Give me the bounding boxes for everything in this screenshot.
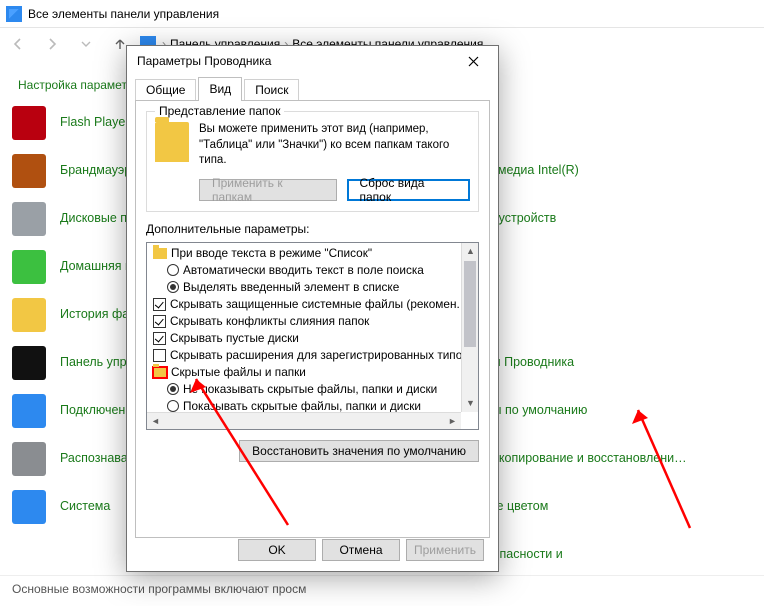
- radio-icon[interactable]: [167, 264, 179, 276]
- folder-icon[interactable]: [153, 367, 167, 378]
- advanced-settings-label: Дополнительные параметры:: [146, 222, 479, 236]
- tree-row-label: Не показывать скрытые файлы, папки и дис…: [183, 381, 437, 398]
- advanced-settings-tree[interactable]: При вводе текста в режиме "Список"Автома…: [146, 242, 479, 430]
- tree-row[interactable]: При вводе текста в режиме "Список": [153, 245, 478, 262]
- cp-item-icon: [12, 298, 46, 332]
- cp-item-label: Flash Player: [60, 106, 129, 131]
- tree-row-label: Скрывать расширения для зарегистрированн…: [170, 347, 462, 364]
- cp-item-label: Система: [60, 490, 110, 515]
- window-title: Все элементы панели управления: [28, 7, 219, 21]
- cp-item-icon: [12, 442, 46, 476]
- dialog-footer: OK Отмена Применить: [238, 539, 484, 561]
- cp-item-icon: [12, 106, 46, 140]
- tree-row[interactable]: Скрывать расширения для зарегистрированн…: [153, 347, 478, 364]
- tree-row-label: Скрытые файлы и папки: [171, 364, 306, 381]
- cp-item-icon: [12, 394, 46, 428]
- restore-defaults-button[interactable]: Восстановить значения по умолчанию: [239, 440, 479, 462]
- group-description: Вы можете применить этот вид (например, …: [199, 122, 470, 169]
- radio-icon[interactable]: [167, 400, 179, 412]
- scroll-thumb[interactable]: [464, 261, 476, 347]
- group-legend: Представление папок: [155, 104, 284, 118]
- scroll-down-icon[interactable]: ▼: [462, 395, 479, 412]
- close-button[interactable]: [452, 48, 494, 74]
- apply-to-folders-button[interactable]: Применить к папкам: [199, 179, 337, 201]
- dialog-title: Параметры Проводника: [137, 54, 271, 68]
- tree-row-label: Выделять введенный элемент в списке: [183, 279, 399, 296]
- horizontal-scrollbar[interactable]: ◄ ►: [147, 412, 461, 429]
- folder-options-dialog: Параметры Проводника Общие Вид Поиск Пре…: [126, 45, 499, 572]
- checkbox-icon[interactable]: [153, 315, 166, 328]
- status-bar: Основные возможности программы включают …: [0, 575, 764, 602]
- tree-row-label: При вводе текста в режиме "Список": [171, 245, 372, 262]
- scroll-up-icon[interactable]: ▲: [462, 243, 479, 260]
- nav-back-button[interactable]: [4, 31, 32, 57]
- tree-row-label: Скрывать защищенные системные файлы (рек…: [170, 296, 460, 313]
- cp-item-icon: [12, 202, 46, 236]
- tree-row-label: Скрывать конфликты слияния папок: [170, 313, 369, 330]
- tree-row[interactable]: Скрывать пустые диски: [153, 330, 478, 347]
- cp-item-icon: [12, 490, 46, 524]
- tree-row-label: Автоматически вводить текст в поле поиск…: [183, 262, 424, 279]
- folder-icon: [155, 122, 189, 162]
- folder-icon[interactable]: [153, 248, 167, 259]
- tree-row[interactable]: Скрывать защищенные системные файлы (рек…: [153, 296, 478, 313]
- nav-forward-button[interactable]: [38, 31, 66, 57]
- tree-row[interactable]: Скрытые файлы и папки: [153, 364, 478, 381]
- tree-row[interactable]: Скрывать конфликты слияния папок: [153, 313, 478, 330]
- tree-row-label: Скрывать пустые диски: [170, 330, 299, 347]
- control-panel-icon: [6, 6, 22, 22]
- radio-icon[interactable]: [167, 281, 179, 293]
- nav-history-dropdown[interactable]: [72, 31, 100, 57]
- window-titlebar: Все элементы панели управления: [0, 0, 764, 28]
- dialog-titlebar[interactable]: Параметры Проводника: [127, 46, 498, 76]
- tab-view[interactable]: Вид: [198, 77, 242, 101]
- dialog-tabs: Общие Вид Поиск: [127, 77, 498, 101]
- tree-row[interactable]: Автоматически вводить текст в поле поиск…: [153, 262, 478, 279]
- cp-item-icon: [12, 250, 46, 284]
- folder-views-group: Представление папок Вы можете применить …: [146, 111, 479, 212]
- cp-item-icon: [12, 154, 46, 188]
- reset-folders-button[interactable]: Сброс вида папок: [347, 179, 470, 201]
- tree-row[interactable]: Не показывать скрытые файлы, папки и дис…: [153, 381, 478, 398]
- scroll-left-icon[interactable]: ◄: [147, 412, 164, 429]
- checkbox-icon[interactable]: [153, 298, 166, 311]
- checkbox-icon[interactable]: [153, 349, 166, 362]
- cancel-button[interactable]: Отмена: [322, 539, 400, 561]
- checkbox-icon[interactable]: [153, 332, 166, 345]
- vertical-scrollbar[interactable]: ▲ ▼: [461, 243, 478, 412]
- cp-item-icon: [12, 346, 46, 380]
- tree-row[interactable]: Выделять введенный элемент в списке: [153, 279, 478, 296]
- scroll-right-icon[interactable]: ►: [444, 412, 461, 429]
- cp-item-label: Брандмауэр: [60, 154, 131, 179]
- tab-page-view: Представление папок Вы можете применить …: [135, 100, 490, 538]
- radio-icon[interactable]: [167, 383, 179, 395]
- apply-button[interactable]: Применить: [406, 539, 484, 561]
- ok-button[interactable]: OK: [238, 539, 316, 561]
